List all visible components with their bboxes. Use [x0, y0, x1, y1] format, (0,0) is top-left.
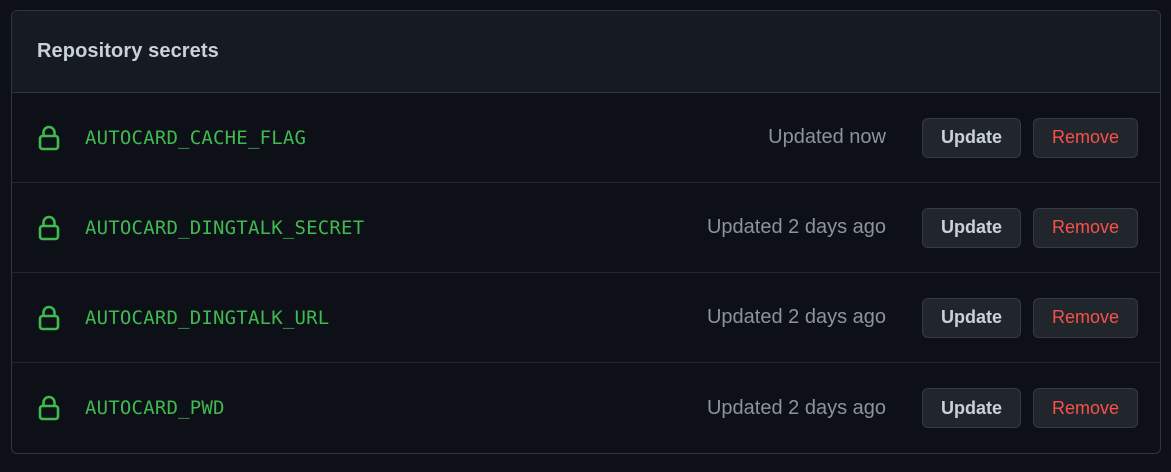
update-button[interactable]: Update [922, 388, 1021, 428]
secret-row: AUTOCARD_DINGTALK_SECRET Updated 2 days … [12, 183, 1160, 273]
lock-icon [38, 215, 60, 240]
repository-secrets-panel: Repository secrets AUTOCARD_CACHE_FLAG U… [11, 10, 1161, 454]
updated-timestamp: Updated 2 days ago [706, 216, 886, 238]
lock-icon [38, 125, 60, 150]
secret-name: AUTOCARD_PWD [85, 397, 225, 419]
panel-title: Repository secrets [37, 40, 219, 62]
update-button[interactable]: Update [922, 117, 1021, 158]
remove-button[interactable]: Remove [1033, 388, 1138, 428]
update-button[interactable]: Update [922, 207, 1021, 248]
secret-row: AUTOCARD_PWD Updated 2 days ago Update R… [12, 363, 1160, 453]
secret-row: AUTOCARD_DINGTALK_URL Updated 2 days ago… [12, 273, 1160, 363]
secret-name: AUTOCARD_CACHE_FLAG [85, 126, 307, 149]
update-button[interactable]: Update [922, 297, 1021, 338]
updated-timestamp: Updated now [768, 126, 886, 148]
lock-icon [38, 305, 60, 330]
secret-name: AUTOCARD_DINGTALK_SECRET [85, 216, 365, 239]
remove-button[interactable]: Remove [1033, 207, 1138, 248]
remove-button[interactable]: Remove [1033, 297, 1138, 338]
remove-button[interactable]: Remove [1033, 117, 1138, 158]
updated-timestamp: Updated 2 days ago [706, 306, 886, 328]
updated-timestamp: Updated 2 days ago [706, 396, 886, 419]
secret-row: AUTOCARD_CACHE_FLAG Updated now Update R… [12, 93, 1160, 183]
secret-name: AUTOCARD_DINGTALK_URL [85, 306, 330, 329]
panel-header: Repository secrets [12, 11, 1160, 93]
lock-icon [38, 395, 60, 421]
